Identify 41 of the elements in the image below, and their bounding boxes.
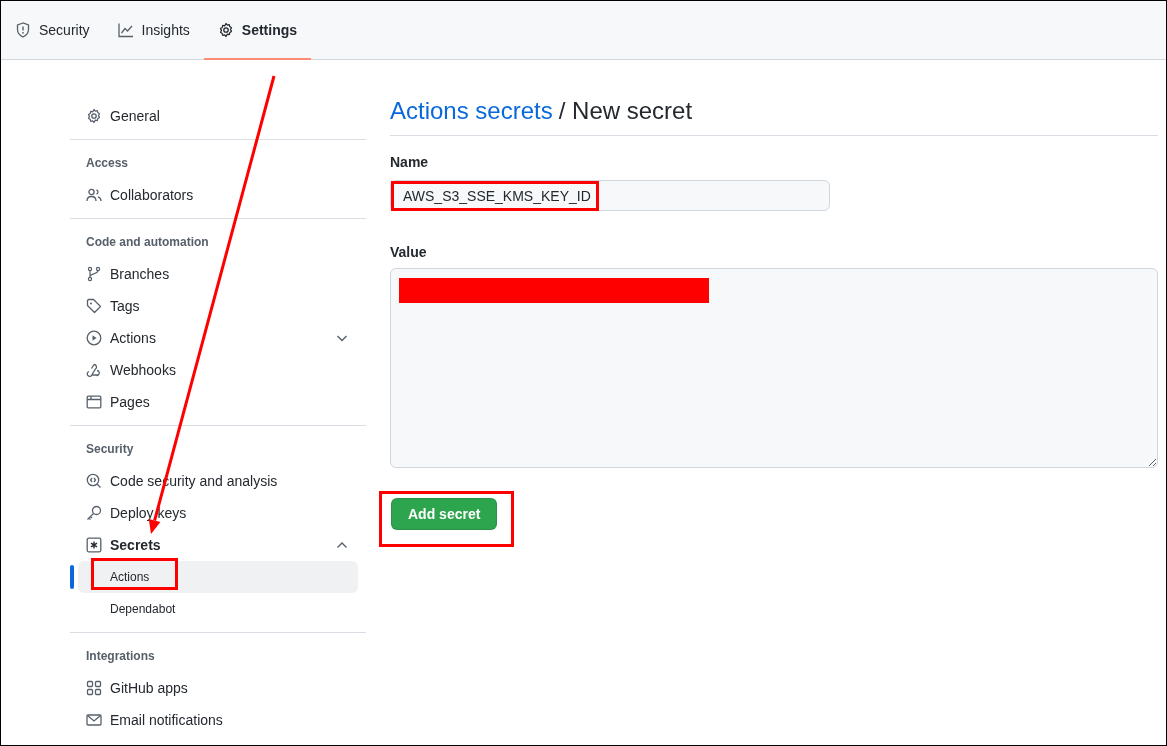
people-icon bbox=[86, 187, 102, 203]
field-label: Name bbox=[390, 153, 429, 172]
sidebar-item[interactable]: Actions bbox=[78, 322, 358, 354]
section-heading: Code and automation bbox=[85, 234, 210, 249]
key-icon bbox=[86, 505, 102, 521]
asterisk-icon bbox=[86, 537, 102, 553]
sidebar-item[interactable]: Collaborators bbox=[78, 179, 358, 211]
name-input-field[interactable]: AWS_S3_SSE_KMS_KEY_ID bbox=[390, 180, 830, 211]
branch-icon bbox=[86, 266, 102, 282]
shield-icon bbox=[15, 21, 31, 38]
nav-tab[interactable]: Insights bbox=[103, 1, 204, 60]
section-heading: Integrations bbox=[85, 648, 156, 663]
mail-icon bbox=[86, 712, 102, 728]
sidebar-subitem[interactable]: Dependabot bbox=[78, 593, 358, 625]
play-icon bbox=[86, 330, 102, 346]
line-graph-icon bbox=[117, 21, 134, 38]
browser-icon bbox=[86, 394, 102, 410]
gear-icon bbox=[217, 21, 234, 38]
nav-tab[interactable]: Security bbox=[1, 1, 104, 60]
tag-icon bbox=[86, 298, 102, 314]
sidebar-item[interactable]: Email notifications bbox=[78, 704, 358, 736]
sidebar-item[interactable]: Secrets bbox=[78, 529, 358, 561]
code-scan-icon bbox=[86, 473, 102, 489]
sidebar-item[interactable]: Branches bbox=[78, 258, 358, 290]
page-title: / New secret bbox=[558, 96, 693, 126]
gear-icon bbox=[86, 108, 102, 124]
sidebar-item[interactable]: Pages bbox=[78, 386, 358, 418]
nav-tab[interactable]: Settings bbox=[203, 1, 312, 60]
sidebar-item[interactable]: General bbox=[78, 100, 358, 132]
section-heading: Access bbox=[85, 155, 130, 170]
sidebar-item[interactable]: GitHub apps bbox=[78, 672, 358, 704]
selection-marker bbox=[70, 565, 74, 589]
field-label: Value bbox=[390, 243, 427, 262]
apps-grid-icon bbox=[86, 680, 102, 696]
breadcrumb-link[interactable]: Actions secrets bbox=[390, 95, 553, 127]
sidebar-item[interactable]: Tags bbox=[78, 290, 358, 322]
section-heading: Security bbox=[85, 441, 135, 456]
webhook-icon bbox=[86, 362, 102, 378]
sidebar-item[interactable]: Webhooks bbox=[78, 354, 358, 386]
sidebar-item[interactable]: Deploy keys bbox=[78, 497, 358, 529]
value-text-area[interactable] bbox=[390, 268, 1158, 468]
